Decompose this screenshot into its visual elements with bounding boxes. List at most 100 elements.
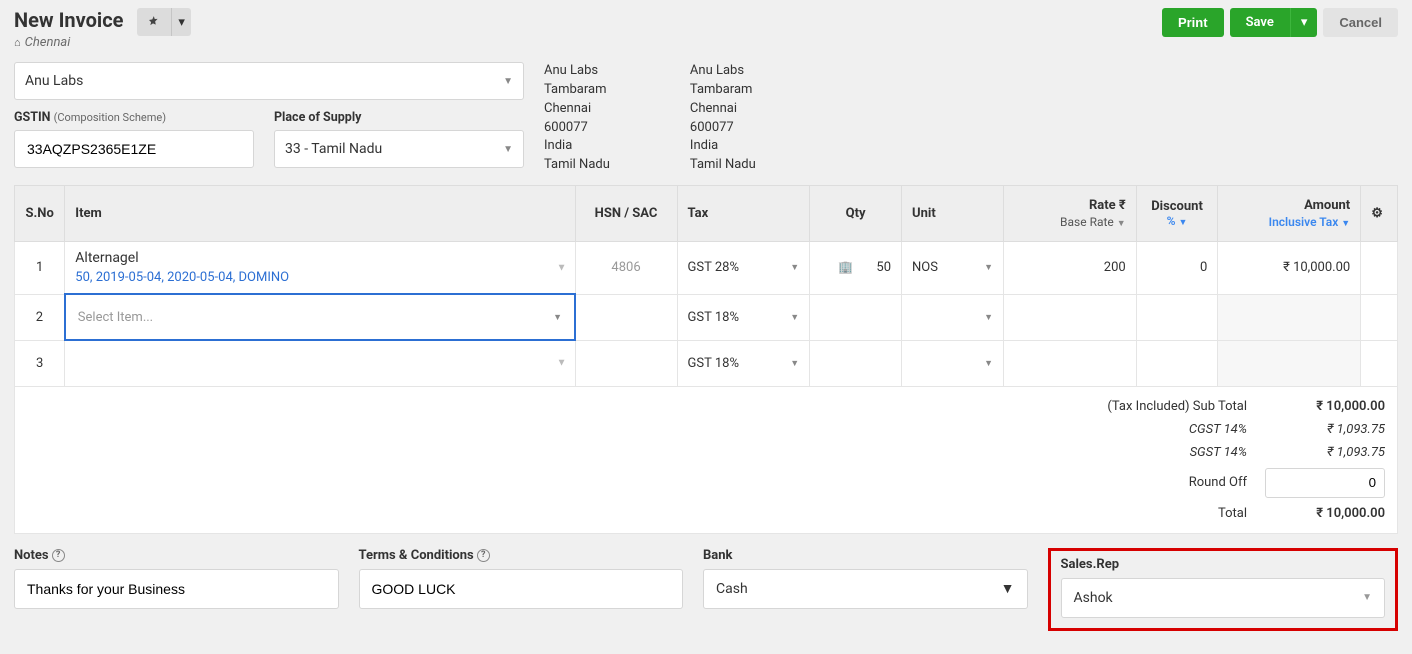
item-placeholder: Select Item... [78, 310, 153, 325]
customer-name: Anu Labs [25, 73, 83, 89]
addr-city: Chennai [690, 100, 756, 119]
tax-cell[interactable]: GST 28%▼ [677, 242, 810, 295]
col-baserate-label: Base Rate [1060, 215, 1114, 229]
qty-cell[interactable]: 🏢 50 [810, 242, 902, 295]
item-select-active[interactable]: Select Item... ▼ [65, 294, 575, 340]
item-cell[interactable]: Alternagel 50, 2019-05-04, 2020-05-04, D… [65, 242, 575, 295]
unit-cell[interactable]: ▼ [902, 294, 1004, 340]
chevron-down-icon: ▼ [1001, 580, 1015, 597]
notes-label: Notes ? [14, 548, 339, 563]
notes-input[interactable] [14, 569, 339, 609]
chevron-down-icon: ▼ [503, 144, 513, 155]
chevron-down-icon: ▼ [984, 262, 993, 273]
total-label: Total [1067, 506, 1247, 521]
gstin-label-text: GSTIN [14, 110, 50, 125]
chevron-down-icon: ▼ [1179, 218, 1188, 228]
addr-area: Tambaram [690, 81, 756, 100]
addr-country: India [690, 137, 756, 156]
item-batch-meta[interactable]: 50, 2019-05-04, 2020-05-04, DOMINO [75, 270, 564, 285]
gstin-label: GSTIN (Composition Scheme) [14, 110, 254, 125]
billing-address: Anu Labs Tambaram Chennai 600077 India T… [544, 62, 610, 175]
unit-value: NOS [912, 260, 938, 275]
rate-cell[interactable] [1004, 294, 1137, 340]
tax-cell[interactable]: GST 18%▼ [677, 294, 810, 340]
save-dropdown-caret[interactable]: ▾ [1290, 8, 1318, 37]
customer-select[interactable]: Anu Labs ▼ [14, 62, 524, 100]
rate-cell[interactable]: 200 [1004, 242, 1137, 295]
col-discount[interactable]: Discount %▼ [1136, 186, 1218, 242]
pin-dropdown-caret[interactable]: ▾ [171, 8, 191, 36]
col-settings[interactable]: ⚙ [1361, 186, 1398, 242]
discount-cell[interactable] [1136, 340, 1218, 386]
unit-cell[interactable]: NOS ▼ [902, 242, 1004, 295]
hsn-cell[interactable] [575, 294, 677, 340]
cancel-button[interactable]: Cancel [1323, 8, 1398, 37]
row-action-cell [1361, 294, 1398, 340]
bank-value: Cash [716, 581, 748, 597]
tax-cell[interactable]: GST 18%▼ [677, 340, 810, 386]
hsn-cell[interactable]: 4806 [575, 242, 677, 295]
cgst-value: ₹ 1,093.75 [1265, 422, 1385, 437]
col-disc-label: Discount [1151, 199, 1203, 214]
sgst-value: ₹ 1,093.75 [1265, 445, 1385, 460]
col-amount[interactable]: Amount Inclusive Tax▼ [1218, 186, 1361, 242]
chevron-down-icon: ▼ [503, 76, 513, 87]
chevron-down-icon: ▼ [790, 312, 799, 323]
bank-label: Bank [703, 548, 1028, 563]
col-item: Item [65, 186, 575, 242]
cgst-label: CGST 14% [1067, 422, 1247, 437]
roundoff-input[interactable] [1265, 468, 1385, 498]
save-split-button[interactable]: Save ▾ [1230, 8, 1318, 37]
table-row: 3 ▼ GST 18%▼ ▼ [15, 340, 1398, 386]
qty-cell[interactable] [810, 294, 902, 340]
help-icon[interactable]: ? [477, 549, 490, 562]
terms-input[interactable] [359, 569, 684, 609]
col-amt-sub: Inclusive Tax [1269, 215, 1339, 229]
addr-area: Tambaram [544, 81, 610, 100]
roundoff-label: Round Off [1067, 475, 1247, 490]
addr-name: Anu Labs [690, 62, 756, 81]
print-button[interactable]: Print [1162, 8, 1224, 37]
pin-button-group[interactable]: ▾ [137, 8, 191, 36]
addr-pin: 600077 [544, 119, 610, 138]
terms-label: Terms & Conditions ? [359, 548, 684, 563]
gear-icon[interactable]: ⚙ [1371, 206, 1383, 221]
discount-cell[interactable]: 0 [1136, 242, 1218, 295]
qty-cell[interactable] [810, 340, 902, 386]
bank-select[interactable]: Cash ▼ [703, 569, 1028, 609]
addr-country: India [544, 137, 610, 156]
building-icon[interactable]: 🏢 [838, 260, 853, 274]
col-tax: Tax [677, 186, 810, 242]
col-unit: Unit [902, 186, 1004, 242]
col-rate[interactable]: Rate ₹ Base Rate▼ [1004, 186, 1137, 242]
place-of-supply-select[interactable]: 33 - Tamil Nadu ▼ [274, 130, 524, 168]
discount-cell[interactable] [1136, 294, 1218, 340]
table-row: 2 Select Item... ▼ GST 18%▼ ▼ [15, 294, 1398, 340]
chevron-down-icon: ▼ [557, 262, 567, 273]
addr-name: Anu Labs [544, 62, 610, 81]
total-value: ₹ 10,000.00 [1265, 506, 1385, 521]
location-text: Chennai [25, 35, 71, 50]
gstin-input[interactable] [14, 130, 254, 168]
help-icon[interactable]: ? [52, 549, 65, 562]
hsn-cell[interactable] [575, 340, 677, 386]
subtotal-value: ₹ 10,000.00 [1265, 399, 1385, 414]
page-title: New Invoice [14, 8, 123, 32]
rate-cell[interactable] [1004, 340, 1137, 386]
gstin-sub-label: (Composition Scheme) [54, 111, 167, 124]
sales-rep-label: Sales.Rep [1061, 557, 1386, 572]
terms-label-text: Terms & Conditions [359, 548, 474, 563]
unit-cell[interactable]: ▼ [902, 340, 1004, 386]
chevron-down-icon: ▼ [553, 312, 562, 323]
location-line: ⌂ Chennai [14, 35, 123, 50]
home-icon: ⌂ [14, 36, 21, 49]
notes-label-text: Notes [14, 548, 49, 563]
item-cell[interactable]: ▼ [65, 340, 575, 386]
qty-value: 50 [876, 260, 891, 275]
shipping-address: Anu Labs Tambaram Chennai 600077 India T… [690, 62, 756, 175]
sales-rep-select[interactable]: Ashok ▼ [1061, 578, 1386, 618]
totals-panel: (Tax Included) Sub Total ₹ 10,000.00 CGS… [14, 387, 1398, 534]
pin-icon[interactable] [137, 10, 171, 34]
save-button[interactable]: Save [1230, 8, 1290, 37]
chevron-down-icon: ▼ [1341, 219, 1350, 229]
